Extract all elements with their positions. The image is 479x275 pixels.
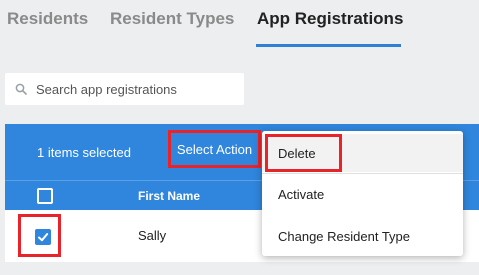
select-action-button[interactable]: Select Action <box>168 130 261 168</box>
row-checkbox-highlight <box>18 214 61 257</box>
tab-bar: Residents Resident Types App Registratio… <box>0 0 479 50</box>
tab-app-registrations[interactable]: App Registrations <box>257 9 403 33</box>
active-tab-indicator <box>256 44 401 47</box>
cell-first-name: Sally <box>138 228 167 243</box>
tab-resident-types[interactable]: Resident Types <box>110 9 234 33</box>
menu-item-change-resident-type[interactable]: Change Resident Type <box>262 217 463 255</box>
column-header-first-name[interactable]: First Name <box>138 189 200 203</box>
menu-item-activate[interactable]: Activate <box>262 175 463 213</box>
selected-count-label: 1 items selected <box>37 145 131 160</box>
menu-item-delete[interactable]: Delete <box>262 134 463 172</box>
search-box <box>5 73 244 105</box>
search-input[interactable] <box>36 73 241 105</box>
select-all-checkbox[interactable] <box>37 188 53 204</box>
tab-residents[interactable]: Residents <box>7 9 88 33</box>
search-icon <box>15 83 27 95</box>
check-icon <box>38 233 49 242</box>
menu-divider <box>262 173 463 174</box>
row-checkbox[interactable] <box>35 229 51 245</box>
action-dropdown-menu: Delete Activate Change Resident Type <box>262 131 463 256</box>
